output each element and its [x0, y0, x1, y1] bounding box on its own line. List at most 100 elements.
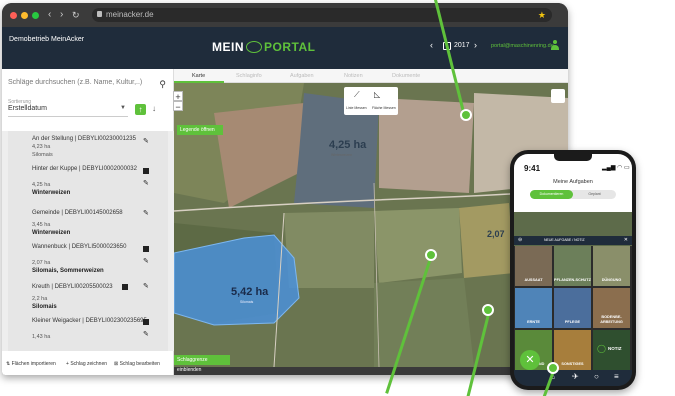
- phone-notch: [554, 154, 592, 161]
- field-map[interactable]: [174, 83, 568, 367]
- sidebar: Schläge durchsuchen (z.B. Name, Kultur,.…: [2, 69, 174, 375]
- search-input[interactable]: Schläge durchsuchen (z.B. Name, Kultur,.…: [8, 79, 166, 91]
- phone-screen: 9:41 ▂▄▆ ◠ ▭ Meine Aufgaben Dokumentiere…: [514, 154, 632, 386]
- address-bar[interactable]: meinacker.de ★: [92, 8, 552, 22]
- edit-pencil-icon[interactable]: ✎: [143, 179, 149, 187]
- phone-time: 9:41: [524, 164, 541, 173]
- tile-ernte[interactable]: ERNTE: [515, 288, 552, 328]
- app-header: Demobetrieb MeinAcker MEIN PORTAL ‹ 2017 …: [2, 27, 568, 69]
- list-item[interactable]: An der Stellung | DEBYLI00230001235 4,23…: [32, 135, 157, 159]
- portal-logo[interactable]: MEIN PORTAL: [212, 40, 315, 54]
- field-area: 3,45 ha: [32, 222, 51, 228]
- nav-map-icon[interactable]: ✈: [572, 372, 579, 381]
- document-icon[interactable]: [122, 284, 128, 290]
- year-label[interactable]: 2017: [454, 42, 470, 49]
- edit-pencil-icon[interactable]: ✎: [143, 257, 149, 265]
- list-item[interactable]: Hinter der Kuppe | DEBYLI0002000032 4,25…: [32, 165, 157, 197]
- segment-document[interactable]: Dokumentieren: [530, 190, 573, 199]
- segment-planned[interactable]: Geplant: [573, 190, 616, 199]
- field-title: Kreuth | DEBYLI00205500023: [32, 284, 113, 290]
- tab-aufgaben[interactable]: Aufgaben: [290, 73, 314, 79]
- layers-icon[interactable]: [551, 89, 565, 103]
- prev-year-arrow-icon[interactable]: ‹: [430, 40, 433, 50]
- next-year-arrow-icon[interactable]: ›: [474, 40, 477, 50]
- field-title: Hinter der Kuppe | DEBYLI0002000032: [32, 166, 137, 172]
- url-text: meinacker.de: [106, 10, 154, 19]
- segmented-control: Dokumentieren Geplant: [530, 190, 616, 199]
- list-item[interactable]: Gemeinde | DEBYLI00145002658 3,45 ha Win…: [32, 209, 157, 237]
- user-email[interactable]: portal@maschinenring.de: [491, 43, 554, 49]
- phone-mockup: 9:41 ▂▄▆ ◠ ▭ Meine Aufgaben Dokumentiere…: [510, 150, 636, 390]
- sort-select[interactable]: Erstelldatum ▼: [8, 105, 128, 117]
- import-fields-button[interactable]: ⇅ Flächen importieren: [6, 361, 56, 367]
- callout-dot: [547, 362, 559, 374]
- tab-bar: Karte Schlaginfo Aufgaben Notizen Dokume…: [174, 69, 568, 83]
- area-measure-icon[interactable]: ◺: [374, 90, 380, 99]
- sort-value: Erstelldatum: [8, 105, 47, 112]
- back-arrow-icon[interactable]: ‹: [48, 8, 51, 22]
- tab-schlaginfo[interactable]: Schlaginfo: [236, 73, 262, 79]
- maximize-window-button[interactable]: [32, 12, 39, 19]
- farm-name: Demobetrieb MeinAcker: [9, 36, 85, 43]
- edit-pencil-icon[interactable]: ✎: [143, 330, 149, 338]
- search-icon[interactable]: ⚲: [159, 79, 166, 90]
- tile-sonstiges[interactable]: SONSTIGES: [554, 330, 591, 370]
- field-area-label: 2,07: [487, 229, 505, 239]
- measure-toolbar: ⟋ ◺ Linie Messen Fläche Messen: [344, 87, 398, 115]
- lock-icon: [97, 11, 102, 17]
- show-boundaries-button[interactable]: Schlaggrenze einblenden: [174, 355, 230, 373]
- close-icon[interactable]: ✕: [624, 237, 628, 243]
- tab-notizen[interactable]: Notizen: [344, 73, 363, 79]
- new-task-bar: ⊖ NEUE AUFGABE / NOTIZ ✕: [514, 236, 632, 245]
- reload-icon[interactable]: ↻: [72, 8, 80, 22]
- field-crop-label: Winterweizen: [331, 153, 353, 157]
- sort-ascending-button[interactable]: ↑: [135, 104, 146, 115]
- tile-duengung[interactable]: DÜNGUNG: [593, 246, 630, 286]
- browser-window: ‹ › ↻ meinacker.de ★ Demobetrieb MeinAck…: [2, 3, 568, 375]
- document-icon[interactable]: [143, 319, 149, 325]
- field-list: An der Stellung | DEBYLI00230001235 4,23…: [2, 131, 174, 351]
- tile-pflanzenschutz[interactable]: PFLANZEN-SCHUTZ: [554, 246, 591, 286]
- nav-chat-icon[interactable]: ○: [594, 372, 599, 381]
- phone-header: 9:41 ▂▄▆ ◠ ▭ Meine Aufgaben Dokumentiere…: [514, 154, 632, 212]
- user-icon[interactable]: [550, 40, 560, 50]
- field-area: 2,2 ha: [32, 296, 48, 302]
- field-area: 2,07 ha: [32, 260, 51, 266]
- tile-aussaat[interactable]: AUSSAAT: [515, 246, 552, 286]
- draw-field-button[interactable]: + Schlag zeichnen: [66, 361, 107, 367]
- edit-pencil-icon[interactable]: ✎: [143, 137, 149, 145]
- signal-wifi-battery-icon: ▂▄▆ ◠ ▭: [602, 165, 630, 171]
- field-crop: Silomais: [32, 152, 53, 158]
- field-area: 4,25 ha: [32, 182, 51, 188]
- zoom-out-button[interactable]: −: [173, 101, 183, 112]
- new-task-title: NEUE AUFGABE / NOTIZ: [544, 238, 585, 242]
- document-icon[interactable]: [143, 246, 149, 252]
- minimize-window-button[interactable]: [21, 12, 28, 19]
- bookmark-star-icon[interactable]: ★: [538, 8, 546, 22]
- edit-field-button[interactable]: ⊠ Schlag bearbeiten: [114, 361, 160, 367]
- phone-title: Meine Aufgaben: [553, 179, 593, 185]
- tile-bodenbearbeitung[interactable]: BODENBE-ARBEITUNG: [593, 288, 630, 328]
- list-item[interactable]: Wannenbuck | DEBYLI5000023650 2,07 ha Si…: [32, 243, 157, 275]
- menu-circle-icon[interactable]: ⊖: [518, 237, 522, 243]
- tab-karte[interactable]: Karte: [192, 73, 205, 79]
- measure-line-label: Linie Messen: [346, 106, 367, 110]
- close-fab-button[interactable]: ✕: [520, 350, 540, 370]
- line-measure-icon[interactable]: ⟋: [354, 90, 360, 100]
- nav-menu-icon[interactable]: ≡: [614, 372, 619, 381]
- sort-descending-button[interactable]: ↓: [152, 104, 156, 113]
- list-item[interactable]: Kreuth | DEBYLI00205500023 2,2 ha Siloma…: [32, 283, 157, 311]
- tile-notiz[interactable]: ◯ NOTIZ: [593, 330, 630, 370]
- close-window-button[interactable]: [10, 12, 17, 19]
- edit-pencil-icon[interactable]: ✎: [143, 209, 149, 217]
- edit-pencil-icon[interactable]: ✎: [143, 282, 149, 290]
- tab-dokumente[interactable]: Dokumente: [392, 73, 420, 79]
- zoom-in-button[interactable]: +: [173, 91, 183, 102]
- tile-pflege[interactable]: PFLEGE: [554, 288, 591, 328]
- document-icon[interactable]: [143, 168, 149, 174]
- callout-dot: [460, 109, 472, 121]
- measure-area-label: Fläche Messen: [372, 106, 396, 110]
- forward-arrow-icon[interactable]: ›: [60, 8, 63, 22]
- list-item[interactable]: Kleiner Weigacker | DEBYLI002300235695 1…: [32, 317, 157, 341]
- legend-button[interactable]: Legende öffnen: [177, 125, 223, 135]
